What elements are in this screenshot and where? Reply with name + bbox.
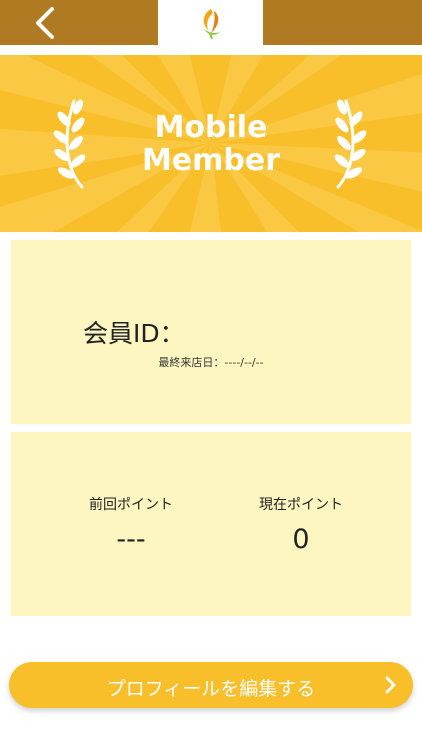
current-points-label: 現在ポイント <box>259 497 343 513</box>
previous-points-value: --- <box>116 524 146 555</box>
banner-title-line2: Member <box>141 143 281 178</box>
member-info-card: 会員ID： 最終来店日：----/--/-- <box>11 240 411 424</box>
previous-points-label: 前回ポイント <box>89 497 173 513</box>
member-id-label: 会員ID： <box>83 319 185 348</box>
points-card: 前回ポイント --- 現在ポイント 0 <box>11 432 411 616</box>
top-bar <box>0 0 422 45</box>
banner-title: Mobile Member <box>0 111 422 177</box>
back-button[interactable] <box>28 4 62 42</box>
member-banner: Mobile Member <box>0 55 422 232</box>
chevron-right-icon <box>385 676 396 694</box>
banner-title-line1: Mobile <box>154 110 268 145</box>
edit-profile-label: プロフィールを編集する <box>106 678 316 700</box>
current-points-value: 0 <box>292 524 310 555</box>
chevron-left-icon <box>36 7 54 39</box>
edit-profile-button[interactable]: プロフィールを編集する <box>9 662 413 708</box>
last-visit-date: 最終来店日：----/--/-- <box>158 356 264 369</box>
app-logo <box>158 0 263 45</box>
app-logo-icon <box>203 8 220 39</box>
